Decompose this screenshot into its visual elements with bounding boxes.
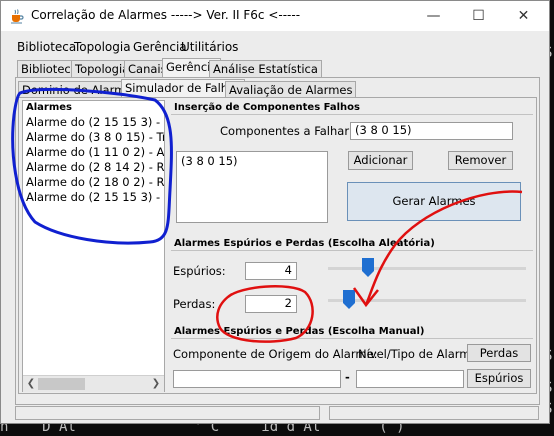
blue-circle-annotation: [11, 87, 173, 245]
red-circle-annotation: [216, 285, 314, 343]
annotation-overlay: [11, 87, 523, 343]
red-arrow-annotation: [364, 190, 523, 306]
